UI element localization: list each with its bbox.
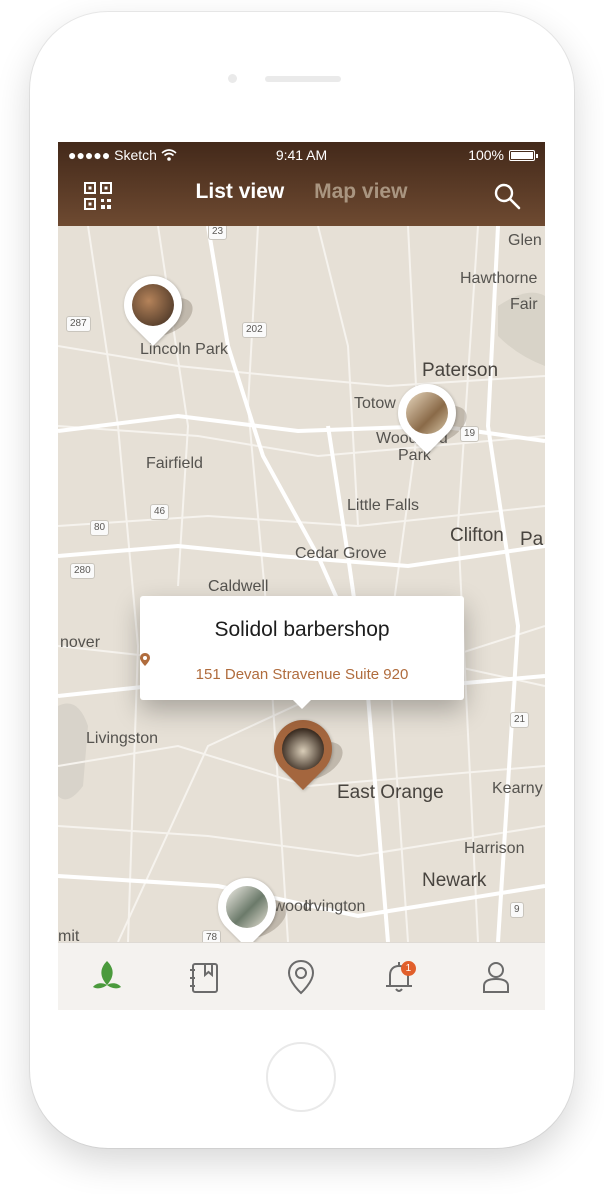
map-label: Pa (520, 529, 544, 550)
shop-photo-image (406, 392, 448, 434)
map-label: Fair (510, 296, 538, 313)
view-toggle: List view Map view (58, 180, 545, 204)
tab-map-view[interactable]: Map view (314, 180, 407, 204)
app-screen: ●●●●● Sketch 9:41 AM 100% List view Map … (58, 142, 545, 1010)
road-shield: 280 (70, 563, 95, 579)
notifications-tab[interactable]: 1 (380, 958, 418, 996)
barbershop-map-pin[interactable] (205, 865, 295, 949)
earpiece-speaker (265, 76, 341, 82)
map-label: nover (60, 634, 101, 651)
status-bar: ●●●●● Sketch 9:41 AM 100% (58, 142, 545, 166)
map-label: Little Falls (347, 497, 420, 514)
road-shield: 21 (510, 712, 530, 728)
shop-photo-image (282, 728, 324, 770)
map-label: Cedar Grove (295, 545, 387, 562)
map-label: Glen (508, 232, 542, 249)
leaf-icon[interactable] (88, 958, 126, 996)
road-shield: 46 (150, 504, 170, 520)
front-camera (228, 74, 237, 83)
map-view[interactable]: Glen Hawthorne Fair Lincoln Park Paterso… (58, 224, 545, 949)
map-label: Newark (422, 870, 487, 891)
profile-icon[interactable] (477, 958, 515, 996)
battery-icon (509, 149, 538, 161)
shop-address: 151 Devan Stravenue Suite 920 (140, 653, 464, 683)
map-label: Caldwell (208, 578, 269, 595)
bookmark-book-icon[interactable] (185, 958, 223, 996)
bottom-tab-bar: 1 (58, 942, 545, 1010)
road-shield: 80 (90, 520, 110, 536)
app-header: ●●●●● Sketch 9:41 AM 100% List view Map … (58, 142, 545, 226)
road-shield: 23 (208, 224, 228, 240)
barbershop-map-pin[interactable] (111, 263, 201, 347)
map-label: Harrison (464, 840, 525, 857)
address-text: 151 Devan Stravenue Suite 920 (195, 666, 409, 683)
map-label: Paterson (422, 360, 499, 381)
map-label: East Orange (337, 782, 444, 803)
map-label: Fairfield (146, 455, 203, 472)
search-icon[interactable] (493, 182, 521, 210)
shop-photo-image (132, 284, 174, 326)
tab-list-view[interactable]: List view (196, 180, 285, 204)
road-shield: 287 (66, 316, 91, 332)
shop-photo-image (226, 886, 268, 928)
map-label: Livingston (86, 730, 159, 747)
map-label: Clifton (450, 525, 504, 546)
notification-badge: 1 (400, 961, 416, 976)
map-label: Totow (354, 395, 396, 412)
shop-name: Solidol barbershop (214, 618, 390, 641)
barbershop-map-pin[interactable] (385, 371, 475, 455)
selected-barbershop-pin[interactable] (261, 707, 351, 791)
map-label: Hawthorne (460, 270, 538, 287)
shop-info-callout[interactable]: Solidol barbershop 151 Devan Stravenue S… (140, 596, 464, 709)
map-label: Irvington (304, 898, 366, 915)
road-shield: 19 (460, 426, 480, 442)
road-shield: 9 (510, 902, 524, 918)
location-pin-icon[interactable] (282, 958, 320, 996)
home-button[interactable] (266, 1042, 336, 1112)
map-label: Kearny (492, 780, 543, 797)
road-shield: 202 (242, 322, 267, 338)
location-pin-icon (140, 653, 150, 666)
battery-percent: 100% (468, 147, 504, 163)
